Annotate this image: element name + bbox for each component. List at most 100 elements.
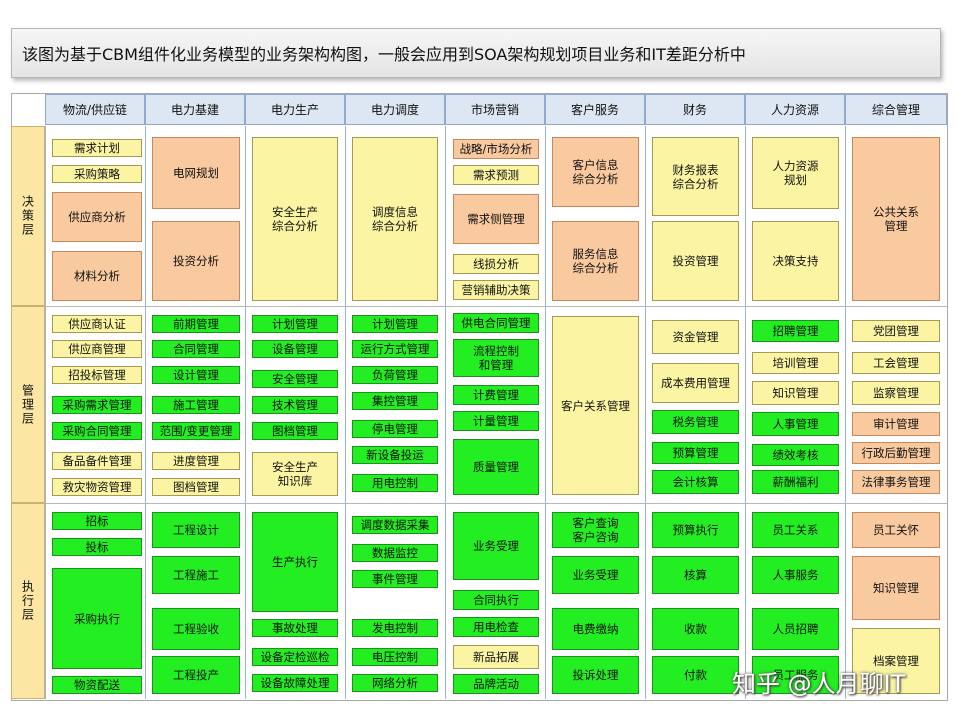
function-box: 运行方式管理 — [352, 340, 438, 358]
function-box: 用电控制 — [352, 474, 438, 492]
function-box: 安全生产 综合分析 — [252, 137, 338, 301]
function-box: 新品拓展 — [453, 645, 539, 669]
column-header: 物流/供应链 — [45, 94, 145, 125]
function-box: 会计核算 — [652, 470, 739, 494]
function-box: 技术管理 — [252, 396, 338, 414]
function-box: 计划管理 — [252, 315, 338, 333]
title-banner: 该图为基于CBM组件化业务模型的业务架构构图，一般会应用到SOA架构规划项目业务… — [11, 28, 941, 78]
function-box: 人事服务 — [752, 556, 839, 594]
function-box: 新设备投运 — [352, 446, 438, 464]
function-box: 设备管理 — [252, 340, 338, 358]
title-text: 该图为基于CBM组件化业务模型的业务架构构图，一般会应用到SOA架构规划项目业务… — [22, 45, 746, 64]
function-box: 知识管理 — [752, 381, 839, 405]
function-box: 服务信息 综合分析 — [552, 221, 639, 301]
function-box: 调度数据采集 — [352, 516, 438, 534]
row-header: 决策层 — [11, 126, 45, 306]
function-box: 人员招聘 — [752, 608, 839, 650]
function-box: 成本费用管理 — [652, 363, 739, 403]
column-header: 财务 — [645, 94, 745, 125]
row-separator — [45, 503, 947, 504]
function-box: 行政后勤管理 — [852, 442, 940, 464]
function-box: 集控管理 — [352, 392, 438, 410]
function-box: 合同执行 — [453, 590, 539, 610]
function-box: 培训管理 — [752, 352, 839, 374]
function-box: 工程施工 — [152, 556, 240, 594]
function-box: 质量管理 — [453, 439, 539, 495]
function-box: 负荷管理 — [352, 366, 438, 384]
function-box: 付款 — [652, 656, 739, 694]
function-box: 需求侧管理 — [453, 194, 539, 244]
function-box: 电费缴纳 — [552, 608, 639, 650]
function-box: 施工管理 — [152, 396, 240, 414]
function-box: 绩效考核 — [752, 444, 839, 466]
function-box: 工程投产 — [152, 656, 240, 694]
function-box: 预算管理 — [652, 442, 739, 464]
function-box: 投诉处理 — [552, 656, 639, 694]
function-box: 品牌活动 — [453, 674, 539, 694]
function-box: 监察管理 — [852, 381, 940, 405]
function-box: 投标 — [52, 538, 142, 556]
function-box: 生产执行 — [252, 512, 338, 612]
function-box: 调度信息 综合分析 — [352, 137, 438, 301]
function-box: 计费管理 — [453, 385, 539, 405]
function-box: 事件管理 — [352, 570, 438, 588]
watermark: 知乎 @人月聊IT — [732, 670, 906, 698]
function-box: 网络分析 — [352, 674, 438, 692]
function-box: 投资管理 — [652, 221, 739, 301]
function-box: 采购策略 — [52, 165, 142, 183]
function-box: 招投标管理 — [52, 366, 142, 384]
function-box: 客户信息 综合分析 — [552, 137, 639, 207]
function-box: 停电管理 — [352, 420, 438, 438]
function-box: 数据监控 — [352, 544, 438, 562]
function-box: 电网规划 — [152, 137, 240, 209]
function-box: 核算 — [652, 556, 739, 594]
function-box: 工会管理 — [852, 352, 940, 374]
function-box: 工程设计 — [152, 512, 240, 548]
function-box: 供应商分析 — [52, 192, 142, 242]
function-box: 供应商管理 — [52, 340, 142, 358]
column-header: 电力生产 — [245, 94, 345, 125]
function-box: 决策支持 — [752, 221, 839, 301]
function-box: 资金管理 — [652, 320, 739, 354]
function-box: 税务管理 — [652, 410, 739, 434]
function-box: 知识管理 — [852, 556, 940, 620]
function-box: 客户查询 客户咨询 — [552, 512, 639, 548]
function-box: 员工关系 — [752, 512, 839, 548]
row-header: 执行层 — [11, 503, 45, 699]
function-box: 人事管理 — [752, 412, 839, 436]
function-box: 工程验收 — [152, 608, 240, 650]
row-separator — [45, 306, 947, 307]
function-box: 安全生产 知识库 — [252, 452, 338, 496]
function-box: 战略/市场分析 — [453, 139, 539, 159]
function-box: 设备故障处理 — [252, 674, 338, 692]
function-box: 采购合同管理 — [52, 422, 142, 440]
column-header: 市场营销 — [445, 94, 545, 125]
function-box: 采购执行 — [52, 568, 142, 669]
function-box: 计量管理 — [453, 411, 539, 431]
function-box: 救灾物资管理 — [52, 478, 142, 496]
function-box: 前期管理 — [152, 315, 240, 333]
function-box: 法律事务管理 — [852, 470, 940, 494]
function-box: 设计管理 — [152, 366, 240, 384]
function-box: 员工关怀 — [852, 512, 940, 548]
column-header: 人力资源 — [745, 94, 845, 125]
function-box: 发电控制 — [352, 619, 438, 637]
function-box: 审计管理 — [852, 412, 940, 436]
function-box: 业务受理 — [453, 512, 539, 580]
function-box: 党团管理 — [852, 320, 940, 342]
function-box: 人力资源 规划 — [752, 137, 839, 209]
function-box: 范围/变更管理 — [152, 422, 240, 440]
column-header: 电力基建 — [145, 94, 245, 125]
column-header: 客户服务 — [545, 94, 645, 125]
function-box: 电压控制 — [352, 648, 438, 666]
function-box: 需求预测 — [453, 165, 539, 185]
function-box: 招聘管理 — [752, 320, 839, 342]
function-box: 客户关系管理 — [552, 316, 639, 495]
function-box: 收款 — [652, 608, 739, 650]
function-box: 设备定检巡检 — [252, 648, 338, 666]
function-box: 供应商认证 — [52, 315, 142, 333]
function-box: 备品备件管理 — [52, 452, 142, 470]
function-box: 物资配送 — [52, 676, 142, 694]
function-box: 薪酬福利 — [752, 470, 839, 494]
function-box: 营销辅助决策 — [453, 280, 539, 300]
